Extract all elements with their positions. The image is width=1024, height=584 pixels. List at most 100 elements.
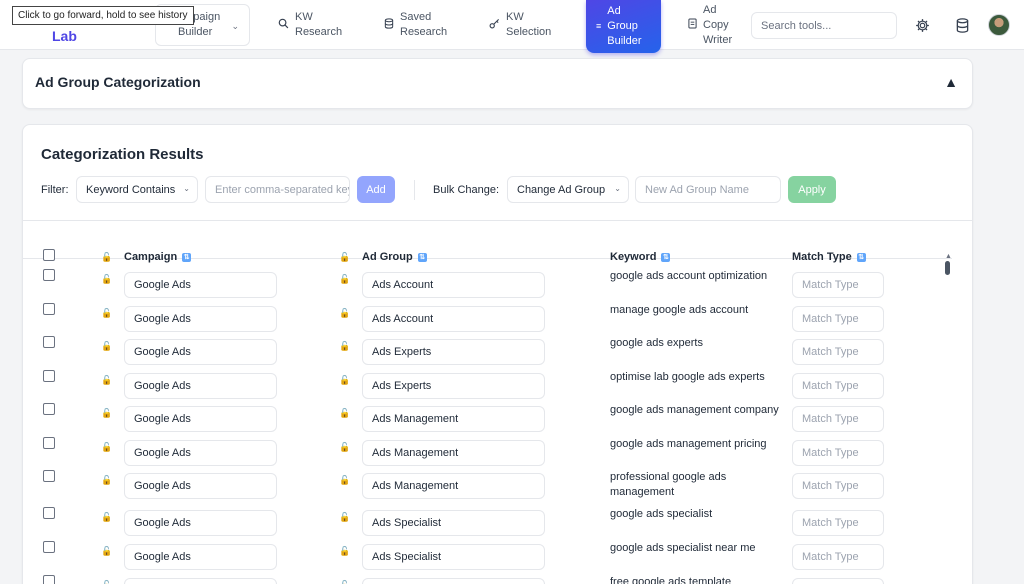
filter-keywords-input[interactable]: Enter comma-separated keywords — [205, 176, 350, 203]
match-type-select[interactable]: Match Type — [792, 473, 884, 499]
match-type-select[interactable]: Match Type — [792, 272, 884, 298]
campaign-input[interactable] — [124, 578, 277, 584]
row-checkbox[interactable] — [43, 575, 55, 584]
row-checkbox[interactable] — [43, 437, 55, 449]
table-row: 🔓 🔓 free google ads template Match Type — [23, 574, 952, 584]
match-type-select[interactable]: Match Type — [792, 510, 884, 536]
add-filter-button[interactable]: Add — [357, 176, 395, 203]
sort-icon[interactable]: ⇅ — [182, 252, 192, 262]
table-scrollbar[interactable]: ▲ — [944, 253, 952, 584]
lock-icon[interactable]: 🔓 — [339, 252, 350, 263]
match-type-select[interactable]: Match Type — [792, 440, 884, 466]
row-checkbox[interactable] — [43, 269, 55, 281]
match-type-select[interactable]: Match Type — [792, 373, 884, 399]
campaign-input[interactable]: Google Ads — [124, 544, 277, 570]
lock-icon[interactable]: 🔓 — [339, 512, 350, 523]
tools-search-input[interactable]: Search tools... — [751, 12, 897, 39]
lock-icon[interactable]: 🔓 — [339, 475, 350, 486]
row-checkbox[interactable] — [43, 303, 55, 315]
row-checkbox[interactable] — [43, 336, 55, 348]
column-header-ad-group[interactable]: Ad Group ⇅ — [362, 251, 427, 263]
new-ad-group-name-input[interactable]: New Ad Group Name — [635, 176, 781, 203]
lock-icon[interactable]: 🔓 — [101, 408, 112, 419]
column-header-keyword[interactable]: Keyword ⇅ — [610, 251, 671, 263]
database-icon[interactable] — [951, 14, 973, 36]
lock-icon[interactable]: 🔓 — [101, 252, 112, 263]
keyword-text: professional google ads management — [610, 471, 727, 498]
campaign-input[interactable]: Google Ads — [124, 510, 277, 536]
lock-icon[interactable]: 🔓 — [339, 308, 350, 319]
column-header-campaign[interactable]: Campaign ⇅ — [124, 251, 192, 263]
nav-label-line: Writer — [703, 33, 733, 46]
sort-icon[interactable]: ⇅ — [661, 252, 671, 262]
nav-kw-research[interactable]: KW Research — [278, 0, 342, 50]
nav-ad-group-builder[interactable]: ≡ Ad Group Builder — [586, 0, 661, 53]
lock-icon[interactable]: 🔓 — [339, 408, 350, 419]
match-type-select[interactable]: Match Type — [792, 306, 884, 332]
row-checkbox[interactable] — [43, 470, 55, 482]
brand-logo-text[interactable]: Lab — [52, 28, 77, 44]
campaign-input[interactable]: Google Ads — [124, 306, 277, 332]
nav-label-line: Research — [295, 26, 343, 38]
lock-icon[interactable]: 🔓 — [101, 546, 112, 557]
lock-icon[interactable]: 🔓 — [339, 375, 350, 386]
lock-icon[interactable]: 🔓 — [101, 442, 112, 453]
scrollbar-thumb[interactable] — [945, 261, 950, 275]
ad-group-input[interactable]: Ads Specialist — [362, 510, 545, 536]
ad-group-input[interactable]: Ads Account — [362, 306, 545, 332]
ad-group-input[interactable]: Ads Specialist — [362, 544, 545, 570]
lock-icon[interactable]: 🔓 — [339, 274, 350, 285]
campaign-input[interactable]: Google Ads — [124, 406, 277, 432]
column-header-label: Campaign — [124, 251, 178, 263]
user-avatar[interactable] — [988, 14, 1010, 36]
ad-group-input[interactable] — [362, 578, 545, 584]
ad-group-input[interactable]: Ads Experts — [362, 373, 545, 399]
lock-icon[interactable]: 🔓 — [339, 341, 350, 352]
keyword-text: google ads experts — [610, 337, 703, 349]
table-row: 🔓 Google Ads 🔓 Ads Specialist google ads… — [23, 540, 952, 573]
nav-kw-selection[interactable]: KW Selection — [489, 0, 551, 50]
campaign-input[interactable]: Google Ads — [124, 339, 277, 365]
campaign-input[interactable]: Google Ads — [124, 373, 277, 399]
match-type-select[interactable]: Match Type — [792, 578, 884, 584]
nav-label-line: Ad — [607, 5, 621, 17]
sort-icon[interactable]: ⇅ — [856, 252, 866, 262]
lock-icon[interactable]: 🔓 — [339, 442, 350, 453]
campaign-input[interactable]: Google Ads — [124, 272, 277, 298]
match-type-select[interactable]: Match Type — [792, 339, 884, 365]
nav-label-line: Copy — [703, 18, 729, 31]
lock-icon[interactable]: 🔓 — [101, 341, 112, 352]
campaign-input[interactable]: Google Ads — [124, 440, 277, 466]
nav-ad-copy-writer[interactable]: Ad Copy Writer — [688, 0, 732, 50]
filter-type-select[interactable]: Keyword Contains ⌄ — [76, 176, 198, 203]
ad-group-input[interactable]: Ads Account — [362, 272, 545, 298]
apply-button[interactable]: Apply — [788, 176, 836, 203]
ad-group-input[interactable]: Ads Experts — [362, 339, 545, 365]
row-checkbox[interactable] — [43, 541, 55, 553]
match-type-select[interactable]: Match Type — [792, 544, 884, 570]
collapse-triangle-icon[interactable]: ▲ — [944, 74, 958, 90]
scroll-up-arrow-icon[interactable]: ▲ — [945, 253, 952, 260]
lock-icon[interactable]: 🔓 — [101, 580, 112, 584]
lock-icon[interactable]: 🔓 — [101, 475, 112, 486]
lock-icon[interactable]: 🔓 — [339, 580, 350, 584]
sort-icon[interactable]: ⇅ — [417, 252, 427, 262]
lock-icon[interactable]: 🔓 — [101, 308, 112, 319]
bulk-change-select[interactable]: Change Ad Group ⌄ — [507, 176, 629, 203]
ad-group-input[interactable]: Ads Management — [362, 440, 545, 466]
match-type-select[interactable]: Match Type — [792, 406, 884, 432]
campaign-input[interactable]: Google Ads — [124, 473, 277, 499]
lock-icon[interactable]: 🔓 — [101, 512, 112, 523]
settings-gear-icon[interactable] — [911, 14, 933, 36]
lock-icon[interactable]: 🔓 — [339, 546, 350, 557]
ad-group-input[interactable]: Ads Management — [362, 406, 545, 432]
lock-icon[interactable]: 🔓 — [101, 274, 112, 285]
select-all-checkbox[interactable] — [43, 249, 55, 261]
nav-saved-research[interactable]: Saved Research — [384, 0, 447, 50]
row-checkbox[interactable] — [43, 507, 55, 519]
column-header-match-type[interactable]: Match Type ⇅ — [792, 251, 866, 263]
ad-group-input[interactable]: Ads Management — [362, 473, 545, 499]
row-checkbox[interactable] — [43, 370, 55, 382]
lock-icon[interactable]: 🔓 — [101, 375, 112, 386]
row-checkbox[interactable] — [43, 403, 55, 415]
